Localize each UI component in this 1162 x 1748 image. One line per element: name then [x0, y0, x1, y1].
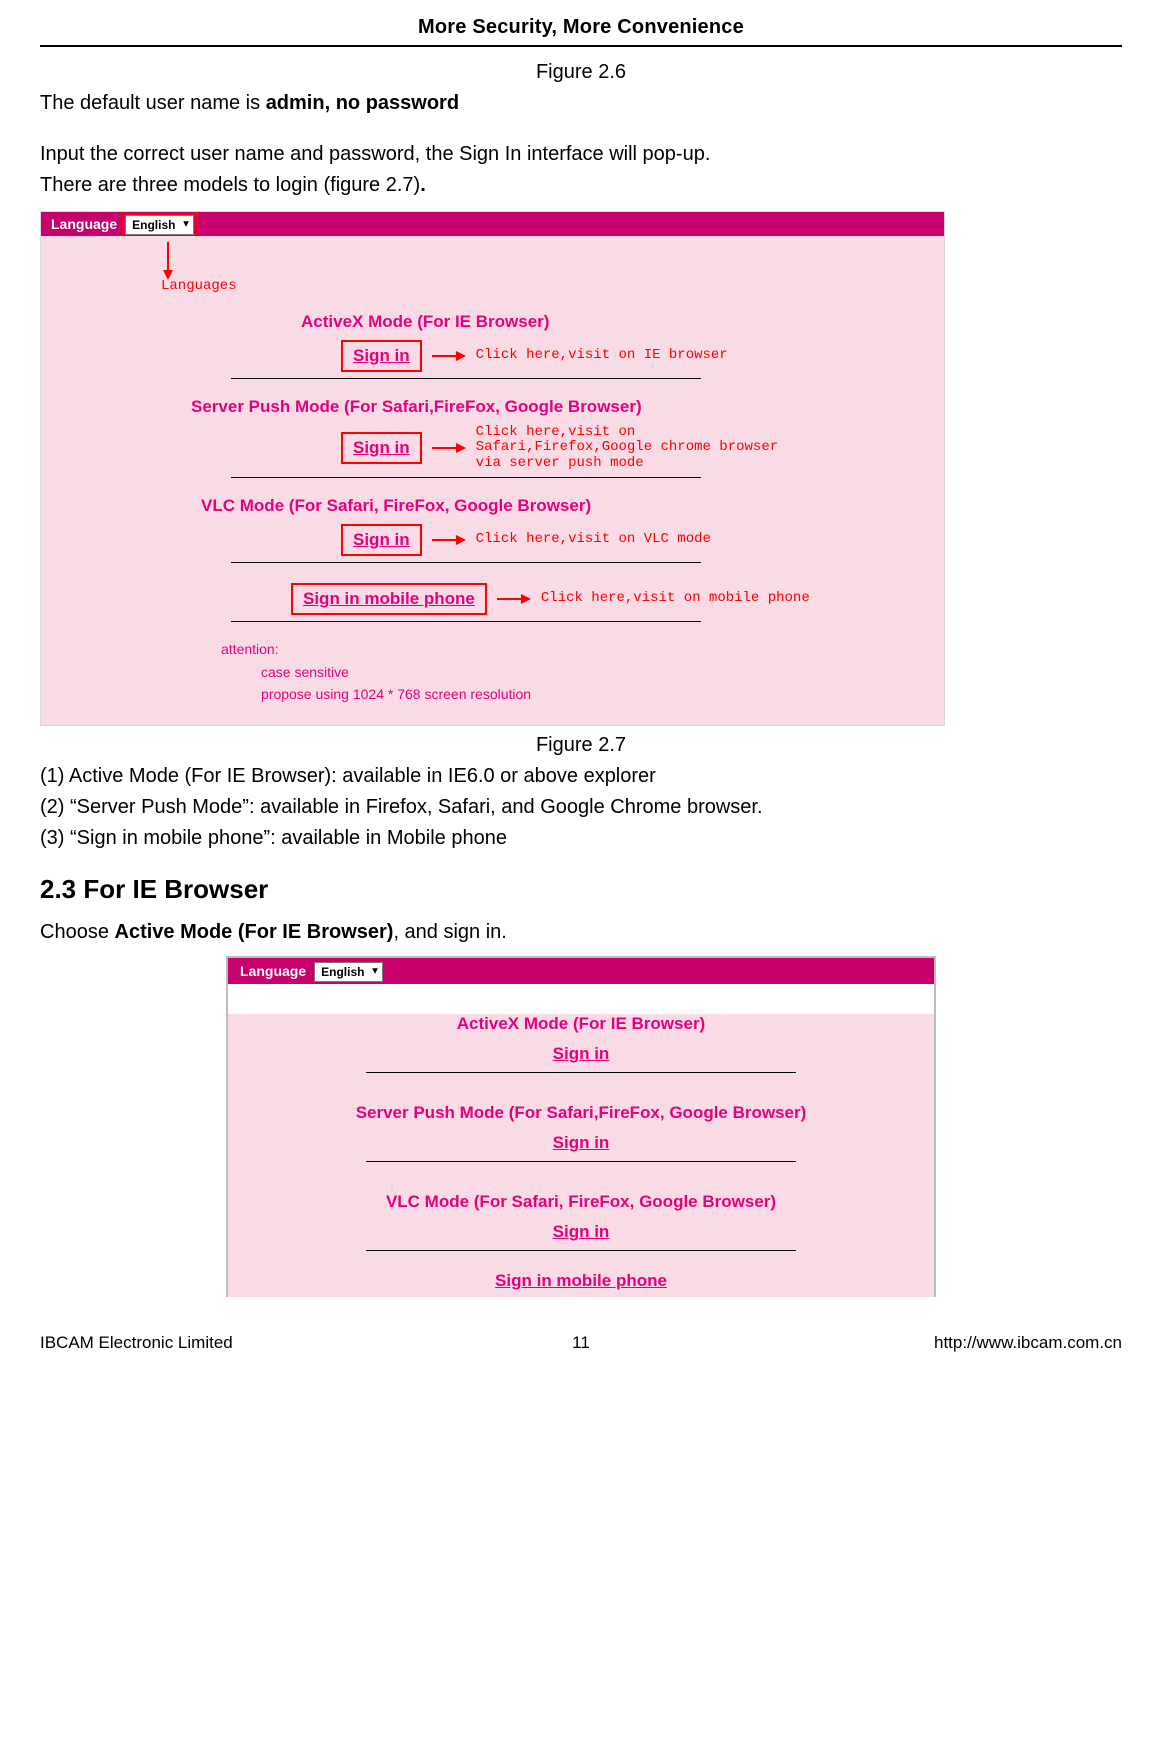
attention-block: attention: case sensitive propose using …: [221, 638, 944, 705]
mode-activex-block: ActiveX Mode (For IE Browser) Sign in Cl…: [41, 294, 944, 379]
footer-url: http://www.ibcam.com.cn: [761, 1333, 1122, 1353]
intro-line-2: Input the correct user name and password…: [40, 141, 1122, 168]
intro-line-1-bold: admin, no password: [266, 92, 459, 114]
mode-divider: [366, 1250, 796, 1251]
signin-mobile-link[interactable]: Sign in mobile phone: [303, 589, 475, 608]
arrow-down-icon: [161, 242, 175, 280]
signin-activex-link[interactable]: Sign in: [353, 346, 410, 365]
intro-line-1-pre: The default user name is: [40, 92, 266, 114]
choose-post: , and sign in.: [393, 921, 506, 943]
language-label: Language: [240, 963, 306, 979]
red-box-annotation: Sign in: [341, 524, 422, 556]
arrow-right-icon: [432, 349, 466, 363]
callout-mobile-text: Click here,visit on mobile phone: [541, 591, 810, 606]
mode-activex-title: ActiveX Mode (For IE Browser): [228, 1014, 934, 1034]
signin-serverpush-row: Sign in Click here,visit on Safari,Firef…: [341, 425, 944, 471]
mode-vlc-block: VLC Mode (For Safari, FireFox, Google Br…: [41, 478, 944, 563]
mode-divider: [366, 1161, 796, 1162]
attention-label: attention:: [221, 641, 279, 657]
signin-mobile-row: Sign in mobile phone Click here,visit on…: [291, 583, 944, 615]
list-mode-1: (1) Active Mode (For IE Browser): availa…: [40, 763, 1122, 790]
language-bar: Language English ▾: [228, 958, 934, 984]
mode-vlc-title: VLC Mode (For Safari, FireFox, Google Br…: [201, 496, 944, 516]
language-select[interactable]: English: [314, 962, 383, 982]
language-select-wrap: English ▾: [314, 963, 383, 979]
attention-line-1: case sensitive: [221, 661, 944, 683]
choose-line: Choose Active Mode (For IE Browser), and…: [40, 919, 1122, 946]
red-box-annotation: Sign in: [341, 432, 422, 464]
mode-serverpush-title: Server Push Mode (For Safari,FireFox, Go…: [228, 1103, 934, 1123]
language-bar: Language English ▾: [41, 212, 944, 236]
header-divider: [40, 45, 1122, 47]
callout-push-text: Click here,visit on Safari,Firefox,Googl…: [476, 425, 778, 471]
callout-vlc-text: Click here,visit on VLC mode: [476, 532, 711, 547]
language-select-value: English: [132, 218, 175, 232]
figure-27-box: Language English ▾ Languages ActiveX Mod…: [40, 211, 945, 726]
signin-vlc-row: Sign in Click here,visit on VLC mode: [341, 524, 944, 556]
choose-bold: Active Mode (For IE Browser): [115, 921, 394, 943]
red-box-annotation: Sign in: [341, 340, 422, 372]
mode-vlc-title: VLC Mode (For Safari, FireFox, Google Br…: [228, 1192, 934, 1212]
figure-caption-26: Figure 2.6: [40, 61, 1122, 84]
intro-line-1: The default user name is admin, no passw…: [40, 90, 1122, 117]
page-header-title: More Security, More Convenience: [40, 16, 1122, 39]
mode-divider: [231, 621, 701, 622]
mode-serverpush-title: Server Push Mode (For Safari,FireFox, Go…: [191, 397, 944, 417]
list-mode-2: (2) “Server Push Mode”: available in Fir…: [40, 794, 1122, 821]
signin-serverpush-link[interactable]: Sign in: [353, 438, 410, 457]
signin-mobile-link[interactable]: Sign in mobile phone: [491, 1269, 671, 1292]
intro-line-3-dot: .: [420, 174, 426, 196]
footer-company: IBCAM Electronic Limited: [40, 1333, 401, 1353]
language-select[interactable]: English: [125, 215, 194, 235]
red-box-annotation: Sign in mobile phone: [291, 583, 487, 615]
languages-callout: Languages: [41, 236, 944, 294]
mode-mobile-block: Sign in mobile phone Click here,visit on…: [41, 563, 944, 622]
mode-divider: [366, 1072, 796, 1073]
signin-serverpush-link[interactable]: Sign in: [549, 1131, 614, 1154]
signin-activex-link[interactable]: Sign in: [549, 1042, 614, 1065]
intro-line-3: There are three models to login (figure …: [40, 172, 1122, 199]
languages-callout-text: Languages: [161, 278, 237, 294]
arrow-right-icon: [432, 441, 466, 455]
signin-vlc-link[interactable]: Sign in: [549, 1220, 614, 1243]
mode-serverpush-block: Server Push Mode (For Safari,FireFox, Go…: [41, 379, 944, 478]
choose-pre: Choose: [40, 921, 115, 943]
language-label: Language: [51, 216, 117, 232]
signin-activex-row: Sign in Click here,visit on IE browser: [341, 340, 944, 372]
arrow-right-icon: [432, 533, 466, 547]
language-select-wrap: English ▾: [125, 216, 194, 232]
page-footer: IBCAM Electronic Limited 11 http://www.i…: [40, 1333, 1122, 1353]
signin-vlc-link[interactable]: Sign in: [353, 530, 410, 549]
intro-line-3-pre: There are three models to login (figure …: [40, 174, 420, 196]
figure-caption-27: Figure 2.7: [40, 734, 1122, 757]
callout-ie-text: Click here,visit on IE browser: [476, 348, 728, 363]
signin-panel: ActiveX Mode (For IE Browser) Sign in Se…: [228, 1014, 934, 1297]
section-heading-2-3: 2.3 For IE Browser: [40, 874, 1122, 905]
signin-panel: Languages ActiveX Mode (For IE Browser) …: [41, 236, 944, 725]
list-mode-3: (3) “Sign in mobile phone”: available in…: [40, 825, 1122, 852]
footer-page-number: 11: [401, 1333, 762, 1353]
arrow-right-icon: [497, 592, 531, 606]
language-select-value: English: [321, 965, 364, 979]
attention-line-2: propose using 1024 * 768 screen resoluti…: [221, 683, 944, 705]
figure-clean-box: Language English ▾ ActiveX Mode (For IE …: [226, 956, 936, 1297]
mode-activex-title: ActiveX Mode (For IE Browser): [301, 312, 944, 332]
